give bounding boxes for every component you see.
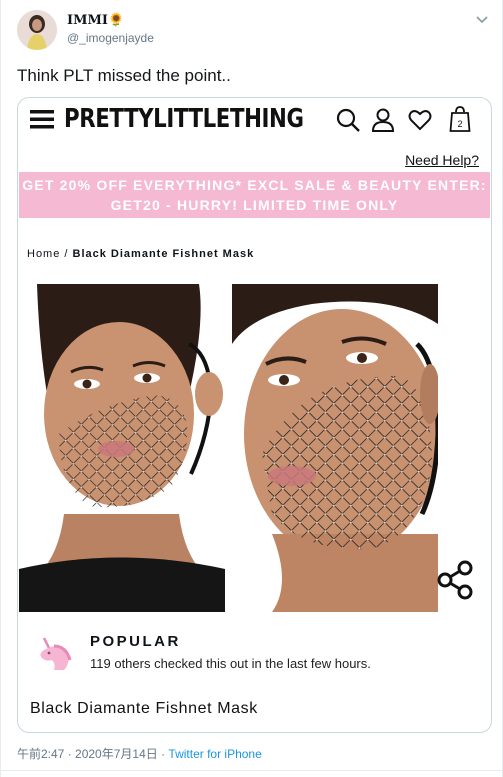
tweet-container: IMMI🌻 @_imogenjayde Think PLT missed the…	[0, 0, 503, 777]
share-icon	[437, 560, 473, 600]
user-handle[interactable]: @_imogenjayde	[67, 31, 154, 45]
search-icon	[336, 108, 360, 132]
menu-icon	[30, 110, 54, 129]
unicorn-icon	[40, 637, 72, 670]
promo-line-2: GET20 - HURRY! LIMITED TIME ONLY	[110, 197, 399, 213]
brand-logo: PRETTYLITTLETHING	[64, 104, 304, 134]
tweet-timestamp[interactable]: 午前2:47 · 2020年7月14日 ·	[17, 747, 168, 761]
tweet-meta: 午前2:47 · 2020年7月14日 · Twitter for iPhone	[17, 745, 262, 762]
breadcrumb-separator: /	[60, 248, 73, 260]
sunflower-emoji: 🌻	[107, 13, 125, 28]
heart-icon	[408, 110, 432, 131]
need-help-link: Need Help?	[405, 152, 479, 168]
chevron-down-icon[interactable]	[474, 14, 490, 26]
product-photo-front	[19, 284, 225, 612]
promo-banner: GET 20% OFF EVERYTHING* EXCL SALE & BEAU…	[19, 172, 490, 218]
attached-screenshot-card[interactable]: PRETTYLITTLETHING 2 Need Help? GET 20% O…	[17, 97, 492, 733]
avatar[interactable]	[17, 10, 57, 50]
divider	[1, 770, 503, 771]
display-name[interactable]: IMMI🌻	[67, 13, 124, 28]
product-photo-side	[232, 284, 438, 612]
breadcrumb-current: Black Diamante Fishnet Mask	[72, 248, 255, 260]
popular-text: 119 others checked this out in the last …	[90, 656, 371, 671]
product-name: Black Diamante Fishnet Mask	[30, 700, 258, 717]
promo-line-1: GET 20% OFF EVERYTHING* EXCL SALE & BEAU…	[22, 177, 487, 193]
bag-count: 2	[457, 119, 462, 129]
tweet-text: Think PLT missed the point..	[17, 66, 231, 85]
shopping-bag-icon: 2	[449, 106, 471, 132]
tweet-source-link[interactable]: Twitter for iPhone	[168, 747, 261, 761]
breadcrumb-home: Home	[27, 248, 61, 260]
display-name-text: IMMI	[67, 13, 108, 28]
popular-title: POPULAR	[90, 633, 181, 650]
breadcrumb: Home / Black Diamante Fishnet Mask	[27, 248, 254, 260]
account-icon	[371, 108, 395, 132]
